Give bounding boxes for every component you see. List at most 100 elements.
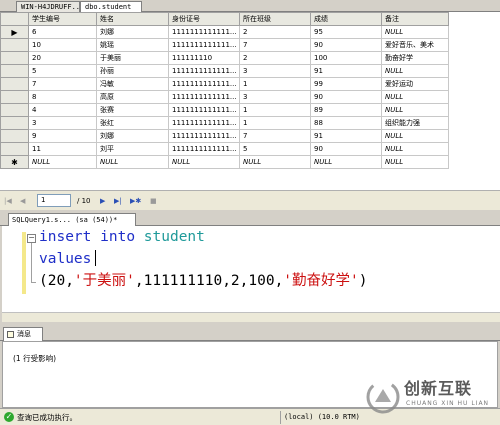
table-cell[interactable]: 91 bbox=[310, 129, 382, 143]
new-row-icon[interactable]: ▶✱ bbox=[130, 196, 141, 206]
first-page-icon[interactable]: |◀ bbox=[4, 196, 12, 206]
table-cell[interactable]: NULL bbox=[96, 155, 169, 169]
tab-sqlquery1[interactable]: SQLQuery1.s... (sa (54))* bbox=[8, 213, 136, 226]
column-header[interactable]: 所在班级 bbox=[239, 12, 311, 26]
table-cell[interactable]: 3 bbox=[239, 64, 311, 78]
results-grid[interactable]: 学生编号 姓名 身份证号 所在班级 成绩 备注 ▶ 6 刘娜 111111111111… bbox=[0, 12, 500, 190]
table-row[interactable]: 7 冯敏 1111111111111... 1 99 爱好运动 bbox=[0, 77, 449, 91]
previous-page-icon[interactable]: ◀ bbox=[20, 196, 25, 206]
table-cell[interactable]: NULL bbox=[381, 103, 449, 117]
row-selector-header[interactable] bbox=[0, 12, 29, 26]
row-selector[interactable] bbox=[0, 142, 29, 156]
table-cell[interactable]: 张赛 bbox=[96, 103, 169, 117]
table-row[interactable]: 9 刘娜 1111111111111... 7 91 NULL bbox=[0, 129, 449, 143]
table-cell[interactable]: 姚瑶 bbox=[96, 38, 169, 52]
row-selector[interactable] bbox=[0, 38, 29, 52]
column-header[interactable]: 成绩 bbox=[310, 12, 382, 26]
table-cell[interactable]: 111111110 bbox=[168, 51, 240, 65]
table-cell[interactable]: 7 bbox=[239, 38, 311, 52]
table-cell[interactable]: 冯敏 bbox=[96, 77, 169, 91]
table-cell[interactable]: 8 bbox=[28, 90, 97, 104]
table-row[interactable]: ▶ 6 刘娜 1111111111111... 2 95 NULL bbox=[0, 25, 449, 39]
table-cell[interactable]: 5 bbox=[239, 142, 311, 156]
table-cell[interactable]: 1111111111111... bbox=[168, 116, 240, 130]
table-row[interactable]: 10 姚瑶 1111111111111... 7 90 爱好音乐、美术 bbox=[0, 38, 449, 52]
column-header[interactable]: 备注 bbox=[381, 12, 449, 26]
table-cell[interactable]: 4 bbox=[28, 103, 97, 117]
table-cell[interactable]: 爱好运动 bbox=[381, 77, 449, 91]
last-page-icon[interactable]: ▶| bbox=[114, 196, 122, 206]
row-selector[interactable] bbox=[0, 64, 29, 78]
column-header[interactable]: 身份证号 bbox=[168, 12, 240, 26]
row-selector[interactable] bbox=[0, 129, 29, 143]
collapse-icon[interactable]: − bbox=[27, 234, 36, 243]
table-cell[interactable]: 高原 bbox=[96, 90, 169, 104]
table-cell[interactable]: 89 bbox=[310, 103, 382, 117]
table-row[interactable]: 20 于美丽 111111110 2 100 勤奋好学 bbox=[0, 51, 449, 65]
table-cell[interactable]: 勤奋好学 bbox=[381, 51, 449, 65]
table-cell[interactable]: 1111111111111... bbox=[168, 129, 240, 143]
table-cell[interactable]: 2 bbox=[239, 25, 311, 39]
table-cell[interactable]: NULL bbox=[239, 155, 311, 169]
table-cell[interactable]: 1111111111111... bbox=[168, 25, 240, 39]
row-selector[interactable]: ▶ bbox=[0, 25, 29, 39]
table-cell[interactable]: 88 bbox=[310, 116, 382, 130]
table-cell[interactable]: NULL bbox=[168, 155, 240, 169]
table-cell[interactable]: NULL bbox=[28, 155, 97, 169]
table-cell[interactable]: 1111111111111... bbox=[168, 142, 240, 156]
page-number-input[interactable]: 1 bbox=[37, 194, 71, 207]
editor-horizontal-scrollbar[interactable] bbox=[2, 312, 500, 322]
column-header[interactable]: 学生编号 bbox=[28, 12, 97, 26]
table-row[interactable]: 5 孙丽 1111111111111... 3 91 NULL bbox=[0, 64, 449, 78]
table-cell[interactable]: 1 bbox=[239, 77, 311, 91]
table-cell[interactable]: 3 bbox=[28, 116, 97, 130]
table-cell[interactable]: 11 bbox=[28, 142, 97, 156]
table-cell[interactable]: NULL bbox=[381, 90, 449, 104]
table-row[interactable]: 3 张红 1111111111111... 1 88 组织能力强 bbox=[0, 116, 449, 130]
table-cell[interactable]: 于美丽 bbox=[96, 51, 169, 65]
table-cell[interactable]: 刘平 bbox=[96, 142, 169, 156]
table-cell[interactable]: 1111111111111... bbox=[168, 90, 240, 104]
table-cell[interactable]: 90 bbox=[310, 38, 382, 52]
table-row[interactable]: 4 张赛 1111111111111... 1 89 NULL bbox=[0, 103, 449, 117]
table-cell[interactable]: 100 bbox=[310, 51, 382, 65]
table-cell[interactable]: 7 bbox=[239, 129, 311, 143]
tab-server[interactable]: WIN-H4JDRUFF... bbox=[16, 1, 80, 12]
table-cell[interactable]: 组织能力强 bbox=[381, 116, 449, 130]
tab-dbo-student[interactable]: dbo.student bbox=[80, 1, 142, 12]
table-cell[interactable]: 刘娜 bbox=[96, 129, 169, 143]
table-row[interactable]: 11 刘平 1111111111111... 5 90 NULL bbox=[0, 142, 449, 156]
table-cell[interactable]: 1 bbox=[239, 103, 311, 117]
table-cell[interactable]: 91 bbox=[310, 64, 382, 78]
row-selector[interactable] bbox=[0, 90, 29, 104]
table-cell[interactable]: 10 bbox=[28, 38, 97, 52]
next-page-icon[interactable]: ▶ bbox=[100, 196, 105, 206]
table-cell[interactable]: 1111111111111... bbox=[168, 77, 240, 91]
row-selector[interactable] bbox=[0, 51, 29, 65]
table-cell[interactable]: 20 bbox=[28, 51, 97, 65]
table-cell[interactable]: 张红 bbox=[96, 116, 169, 130]
table-cell[interactable]: 5 bbox=[28, 64, 97, 78]
stop-icon[interactable]: ■ bbox=[150, 196, 157, 206]
table-cell[interactable]: NULL bbox=[381, 142, 449, 156]
table-cell[interactable]: 7 bbox=[28, 77, 97, 91]
table-cell[interactable]: NULL bbox=[310, 155, 382, 169]
row-selector[interactable] bbox=[0, 116, 29, 130]
table-cell[interactable]: 1111111111111... bbox=[168, 64, 240, 78]
table-cell[interactable]: 95 bbox=[310, 25, 382, 39]
row-selector[interactable]: ✱ bbox=[0, 155, 29, 169]
table-row[interactable]: 8 高原 1111111111111... 3 90 NULL bbox=[0, 90, 449, 104]
table-cell[interactable]: 1111111111111... bbox=[168, 103, 240, 117]
sql-editor[interactable]: − insert into student values (20,'于美丽',1… bbox=[0, 226, 500, 322]
table-cell[interactable]: NULL bbox=[381, 25, 449, 39]
table-cell[interactable]: 9 bbox=[28, 129, 97, 143]
table-cell[interactable]: NULL bbox=[381, 155, 449, 169]
column-header[interactable]: 姓名 bbox=[96, 12, 169, 26]
new-row[interactable]: ✱ NULL NULL NULL NULL NULL NULL bbox=[0, 155, 449, 169]
table-cell[interactable]: 2 bbox=[239, 51, 311, 65]
table-cell[interactable]: 孙丽 bbox=[96, 64, 169, 78]
table-cell[interactable]: 1 bbox=[239, 116, 311, 130]
table-cell[interactable]: NULL bbox=[381, 64, 449, 78]
row-selector[interactable] bbox=[0, 103, 29, 117]
row-selector[interactable] bbox=[0, 77, 29, 91]
